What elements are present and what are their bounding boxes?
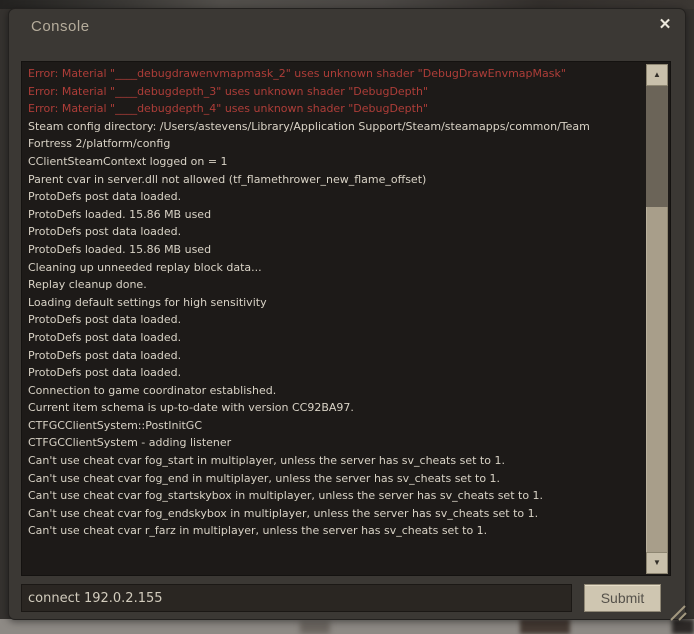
log-line: CTFGCClientSystem::PostInitGC — [28, 417, 644, 435]
log-line: Can't use cheat cvar fog_start in multip… — [28, 452, 644, 470]
close-icon[interactable]: ✕ — [655, 15, 675, 35]
log-line: Can't use cheat cvar r_farz in multiplay… — [28, 522, 644, 540]
log-line: CClientSteamContext logged on = 1 — [28, 153, 644, 171]
log-line: Current item schema is up-to-date with v… — [28, 399, 644, 417]
log-line: ProtoDefs post data loaded. — [28, 311, 644, 329]
log-line: Can't use cheat cvar fog_endskybox in mu… — [28, 505, 644, 523]
background-blob — [300, 621, 330, 634]
background-blob — [672, 619, 694, 634]
log-line: Cleaning up unneeded replay block data..… — [28, 259, 644, 277]
log-line: Error: Material "____debugdrawenvmapmask… — [28, 65, 644, 83]
log-line: ProtoDefs loaded. 15.86 MB used — [28, 206, 644, 224]
triangle-up-icon: ▲ — [653, 70, 661, 79]
log-line: ProtoDefs post data loaded. — [28, 329, 644, 347]
log-line: Error: Material "____debugdepth_4" uses … — [28, 100, 644, 118]
log-line: ProtoDefs post data loaded. — [28, 188, 644, 206]
submit-button[interactable]: Submit — [584, 584, 661, 612]
log-line: Replay cleanup done. — [28, 276, 644, 294]
console-log: Error: Material "____debugdrawenvmapmask… — [21, 61, 671, 576]
log-line: Connection to game coordinator establish… — [28, 382, 644, 400]
background-bottom-strip — [0, 619, 694, 634]
console-log-lines: Error: Material "____debugdrawenvmapmask… — [22, 62, 644, 540]
scrollbar-thumb[interactable] — [646, 207, 668, 552]
log-line: Fortress 2/platform/config — [28, 135, 644, 153]
log-line: Can't use cheat cvar fog_startskybox in … — [28, 487, 644, 505]
log-line: Error: Material "____debugdepth_3" uses … — [28, 83, 644, 101]
log-line: ProtoDefs post data loaded. — [28, 223, 644, 241]
log-line: ProtoDefs loaded. 15.86 MB used — [28, 241, 644, 259]
log-line: ProtoDefs post data loaded. — [28, 347, 644, 365]
log-scrollbar: ▲ ▼ — [646, 64, 668, 574]
log-line: Loading default settings for high sensit… — [28, 294, 644, 312]
window-title: Console — [31, 18, 90, 35]
log-line: CTFGCClientSystem - adding listener — [28, 434, 644, 452]
scroll-down-button[interactable]: ▼ — [646, 552, 668, 574]
console-window: Console ✕ Error: Material "____debugdraw… — [8, 8, 686, 620]
triangle-down-icon: ▼ — [653, 558, 661, 567]
log-line: ProtoDefs post data loaded. — [28, 364, 644, 382]
log-line: Parent cvar in server.dll not allowed (t… — [28, 171, 644, 189]
background-blob — [520, 619, 570, 634]
scrollbar-track[interactable] — [646, 86, 668, 552]
resize-grip-icon[interactable] — [669, 605, 687, 621]
scroll-up-button[interactable]: ▲ — [646, 64, 668, 86]
console-command-input[interactable] — [21, 584, 572, 612]
log-line: Can't use cheat cvar fog_end in multipla… — [28, 470, 644, 488]
log-line: Steam config directory: /Users/astevens/… — [28, 118, 644, 136]
